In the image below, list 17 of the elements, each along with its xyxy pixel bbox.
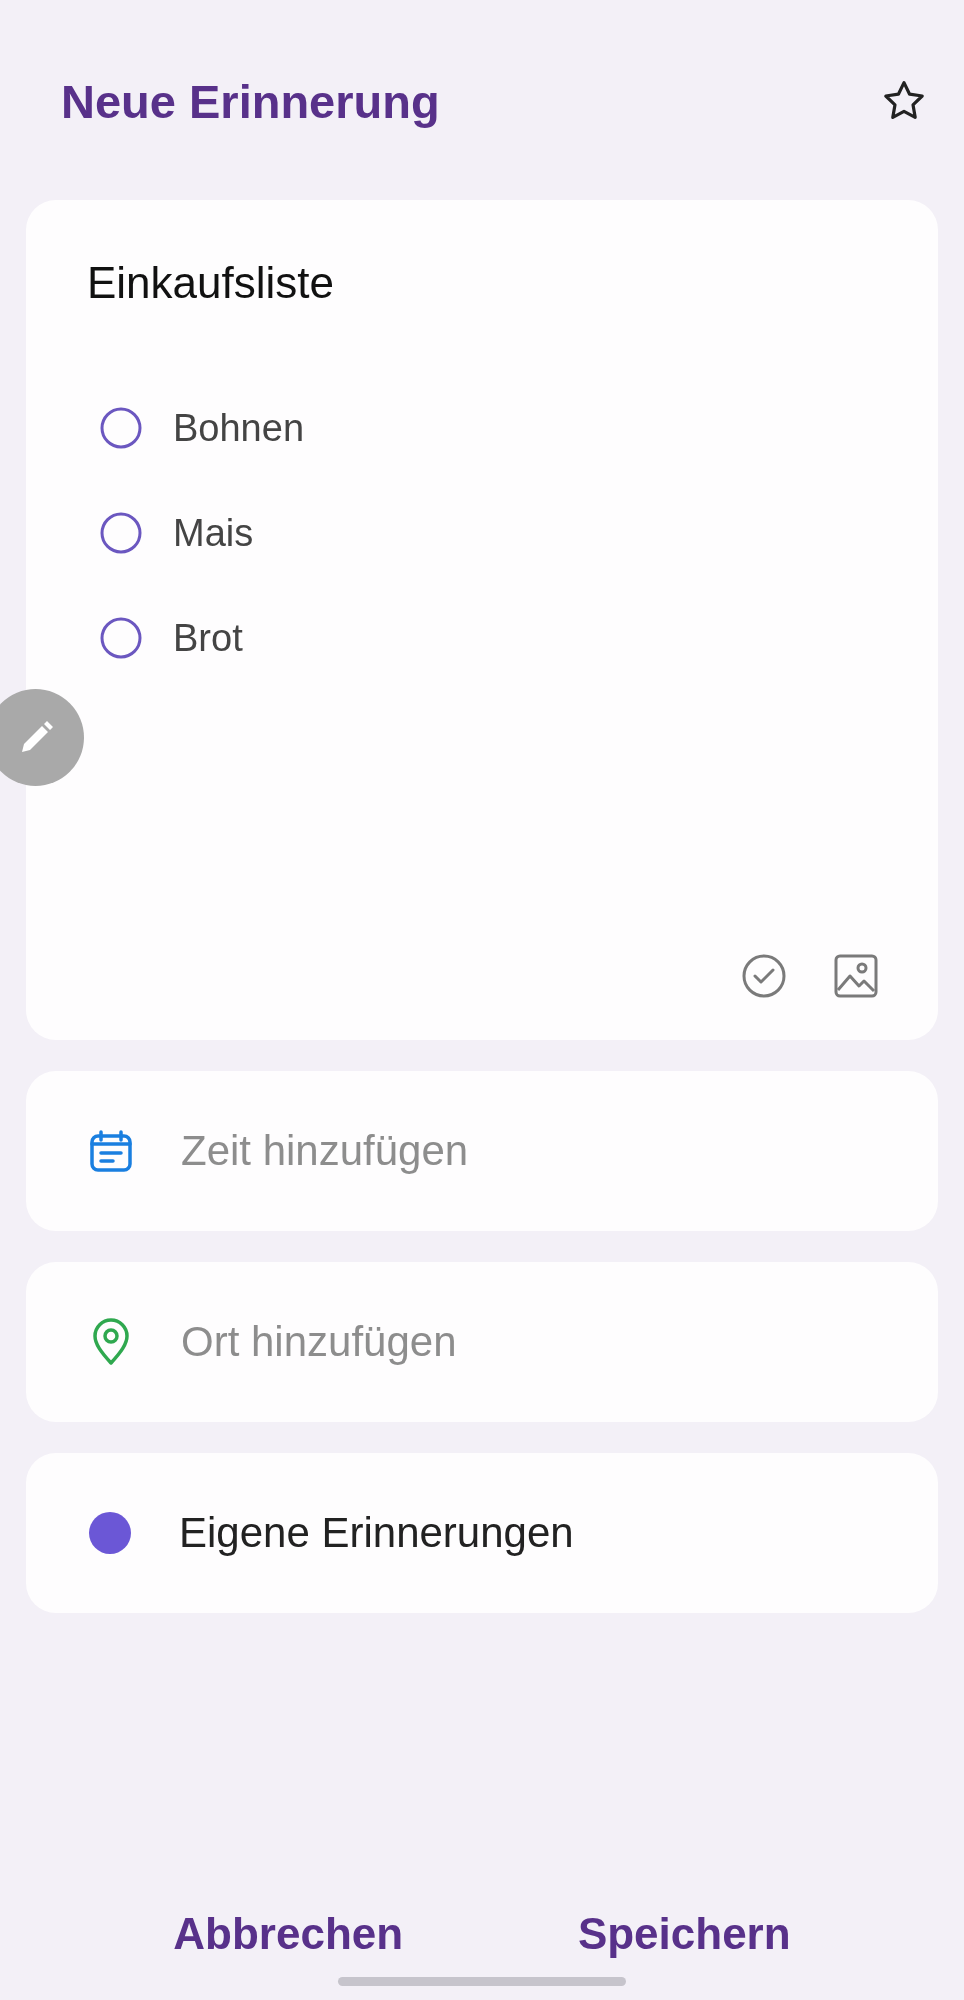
save-button[interactable]: Speichern bbox=[561, 1901, 807, 1967]
category-label: Eigene Erinnerungen bbox=[179, 1509, 574, 1557]
cancel-button[interactable]: Abbrechen bbox=[157, 1901, 420, 1967]
checkbox[interactable] bbox=[99, 616, 143, 660]
screen-title: Neue Erinnerung bbox=[61, 73, 440, 129]
checkbox[interactable] bbox=[99, 406, 143, 450]
checklist-item-text[interactable]: Bohnen bbox=[173, 406, 304, 450]
checkbox[interactable] bbox=[99, 511, 143, 555]
checklist-icon[interactable] bbox=[740, 952, 788, 1000]
note-title[interactable]: Einkaufsliste bbox=[87, 258, 880, 308]
calendar-icon bbox=[89, 1129, 133, 1173]
option-card[interactable]: Eigene Erinnerungen bbox=[26, 1453, 938, 1613]
checklist-item-text[interactable]: Brot bbox=[173, 616, 243, 660]
field-placeholder: Ort hinzufügen bbox=[181, 1318, 457, 1366]
field-placeholder: Zeit hinzufügen bbox=[181, 1127, 469, 1175]
checklist-item-text[interactable]: Mais bbox=[173, 511, 254, 555]
image-icon[interactable] bbox=[832, 952, 880, 1000]
